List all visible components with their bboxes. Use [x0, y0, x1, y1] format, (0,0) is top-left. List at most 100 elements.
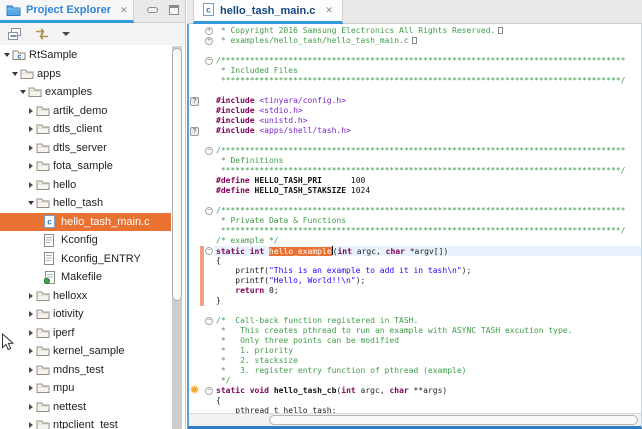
code-line-text[interactable]: #include <apps/shell/tash.h>: [214, 126, 641, 136]
code-line-text[interactable]: }: [214, 296, 641, 306]
tree-item-ntpclient-test[interactable]: ntpclient_test: [0, 416, 171, 429]
fold-collapse-icon[interactable]: −: [205, 317, 213, 325]
tree-item-hello[interactable]: hello: [0, 176, 171, 195]
code-line-text[interactable]: #include <unistd.h>: [214, 116, 641, 126]
code-line-text[interactable]: * Included Files: [214, 66, 641, 76]
code-line-text[interactable]: ****************************************…: [214, 76, 641, 86]
tree-item-nettest[interactable]: nettest: [0, 398, 171, 417]
tab-hello-tash-main-c[interactable]: c hello_tash_main.c ✕: [193, 0, 343, 24]
code-line-text[interactable]: ****************************************…: [214, 166, 641, 176]
code-line-text[interactable]: * 2. stacksize: [214, 356, 641, 366]
code-line-text[interactable]: * 3. register entry function of pthread …: [214, 366, 641, 376]
tree-collapsed-arrow-icon[interactable]: [26, 385, 36, 391]
tree-collapsed-arrow-icon[interactable]: [26, 404, 36, 410]
horizontal-scrollbar[interactable]: [189, 413, 641, 426]
tab-project-explorer[interactable]: Project Explorer ✕: [0, 0, 134, 23]
code-line-text[interactable]: ****************************************…: [214, 226, 641, 236]
code-line-text[interactable]: return 0;: [214, 286, 641, 296]
tree-collapsed-arrow-icon[interactable]: [26, 126, 36, 132]
tree-item-helloxx[interactable]: helloxx: [0, 287, 171, 306]
code-line-text[interactable]: /***************************************…: [214, 206, 641, 216]
tree-item-iperf[interactable]: iperf: [0, 324, 171, 343]
code-line-text[interactable]: [214, 46, 641, 56]
tree-item-hello-tash[interactable]: hello_tash: [0, 194, 171, 213]
code-line-text[interactable]: printf("Hello, World!!\n");: [214, 276, 641, 286]
tree-item-iotivity[interactable]: iotivity: [0, 305, 171, 324]
minimize-icon[interactable]: [147, 7, 158, 13]
tree-expanded-arrow-icon[interactable]: [2, 53, 12, 57]
tree-scrollbar-thumb[interactable]: [172, 48, 182, 301]
tree-item-rtsample[interactable]: cRtSample: [0, 46, 171, 65]
tree-item-dtls-client[interactable]: dtls_client: [0, 120, 171, 139]
code-viewport[interactable]: + * Copyright 2016 Samsung Electronics A…: [189, 26, 641, 413]
code-line-text[interactable]: /***************************************…: [214, 56, 641, 66]
tree-item-fota-sample[interactable]: fota_sample: [0, 157, 171, 176]
question-marker-icon[interactable]: ?: [190, 127, 199, 136]
code-line-text[interactable]: * Definitions: [214, 156, 641, 166]
code-line-text[interactable]: #define HELLO_TASH_STAKSIZE 1024: [214, 186, 641, 196]
code-line-text[interactable]: #include <tinyara/config.h>: [214, 96, 641, 106]
code-line-text[interactable]: [214, 86, 641, 96]
tree-collapsed-arrow-icon[interactable]: [26, 348, 36, 354]
maximize-icon[interactable]: [169, 5, 179, 15]
code-line-text[interactable]: [214, 196, 641, 206]
code-line-text[interactable]: */: [214, 376, 641, 386]
tree-expanded-arrow-icon[interactable]: [10, 72, 20, 76]
tree-item-mpu[interactable]: mpu: [0, 379, 171, 398]
tree-item-apps[interactable]: apps: [0, 65, 171, 84]
code-line-text[interactable]: static void hello_tash_cb(int argc, char…: [214, 386, 641, 396]
code-line-text[interactable]: {: [214, 396, 641, 406]
tree-item-dtls-server[interactable]: dtls_server: [0, 139, 171, 158]
tree-expanded-arrow-icon[interactable]: [18, 90, 28, 94]
code-line-text[interactable]: [214, 306, 641, 316]
code-line-text[interactable]: * This creates pthread to run an example…: [214, 326, 641, 336]
view-menu-icon[interactable]: [62, 32, 70, 36]
tree-expanded-arrow-icon[interactable]: [26, 201, 36, 205]
tree-collapsed-arrow-icon[interactable]: [26, 367, 36, 373]
fold-collapse-icon[interactable]: −: [205, 147, 213, 155]
collapse-all-icon[interactable]: [7, 27, 22, 41]
code-line-text[interactable]: * Only three points can be modified: [214, 336, 641, 346]
code-line-text[interactable]: [214, 136, 641, 146]
code-line-text[interactable]: * Private Data & Functions: [214, 216, 641, 226]
question-marker-icon[interactable]: ?: [190, 97, 199, 106]
tree-item-mdns-test[interactable]: mdns_test: [0, 361, 171, 380]
code-line-text[interactable]: printf("This is an example to add it in …: [214, 266, 641, 276]
link-with-editor-icon[interactable]: [34, 28, 50, 40]
fold-collapse-icon[interactable]: −: [205, 387, 213, 395]
code-line-text[interactable]: pthread_t hello_tash;: [214, 406, 641, 413]
tree-item-artik-demo[interactable]: artik_demo: [0, 102, 171, 121]
tree-collapsed-arrow-icon[interactable]: [26, 293, 36, 299]
code-line-text[interactable]: #include <stdio.h>: [214, 106, 641, 116]
tree-collapsed-arrow-icon[interactable]: [26, 108, 36, 114]
fold-collapse-icon[interactable]: −: [205, 207, 213, 215]
tree-item-hello-tash-main-c[interactable]: chello_tash_main.c: [0, 213, 171, 232]
code-line-text[interactable]: * examples/hello_tash/hello_tash_main.c: [214, 36, 641, 46]
fold-collapse-icon[interactable]: −: [205, 247, 213, 255]
tree-collapsed-arrow-icon[interactable]: [26, 145, 36, 151]
tree-item-kconfig[interactable]: Kconfig: [0, 231, 171, 250]
code-line-text[interactable]: static int hello_example(int argc, char …: [214, 246, 641, 256]
code-line-text[interactable]: * Copyright 2016 Samsung Electronics All…: [214, 26, 641, 36]
fold-expand-icon[interactable]: +: [205, 27, 213, 35]
tree-collapsed-arrow-icon[interactable]: [26, 311, 36, 317]
tree-item-kernel-sample[interactable]: kernel_sample: [0, 342, 171, 361]
close-icon[interactable]: ✕: [120, 5, 128, 16]
tree-collapsed-arrow-icon[interactable]: [26, 182, 36, 188]
tree-collapsed-arrow-icon[interactable]: [26, 163, 36, 169]
tree-item-makefile[interactable]: Makefile: [0, 268, 171, 287]
tree-collapsed-arrow-icon[interactable]: [26, 330, 36, 336]
tree-item-examples[interactable]: examples: [0, 83, 171, 102]
code-line-text[interactable]: /* Call-back function registered in TASH…: [214, 316, 641, 326]
code-line-text[interactable]: #define HELLO_TASH_PRI 100: [214, 176, 641, 186]
tree-item-kconfig-entry[interactable]: Kconfig_ENTRY: [0, 250, 171, 269]
close-icon[interactable]: ✕: [325, 5, 333, 16]
code-line-text[interactable]: * 1. priority: [214, 346, 641, 356]
horizontal-scrollbar-thumb[interactable]: [269, 415, 638, 425]
code-line-text[interactable]: /* example */: [214, 236, 641, 246]
code-line-text[interactable]: {: [214, 256, 641, 266]
fold-expand-icon[interactable]: +: [205, 37, 213, 45]
tree-scrollbar[interactable]: [172, 46, 182, 429]
fold-collapse-icon[interactable]: −: [205, 57, 213, 65]
code-line-text[interactable]: /***************************************…: [214, 146, 641, 156]
